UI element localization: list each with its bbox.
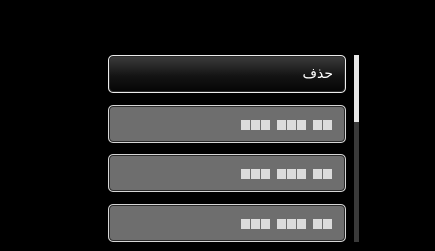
screen: حذف xyxy=(9,9,426,242)
menu-item-3[interactable] xyxy=(108,154,346,192)
redacted-label xyxy=(241,120,332,130)
menu-item-4[interactable] xyxy=(108,204,346,242)
menu-item-label: حذف xyxy=(302,66,333,82)
redacted-label xyxy=(241,169,332,179)
menu-item-delete[interactable]: حذف xyxy=(108,55,346,93)
redacted-label xyxy=(241,219,332,229)
menu-item-2[interactable] xyxy=(108,105,346,143)
scrollbar[interactable] xyxy=(354,55,359,242)
scrollbar-thumb[interactable] xyxy=(354,55,359,122)
